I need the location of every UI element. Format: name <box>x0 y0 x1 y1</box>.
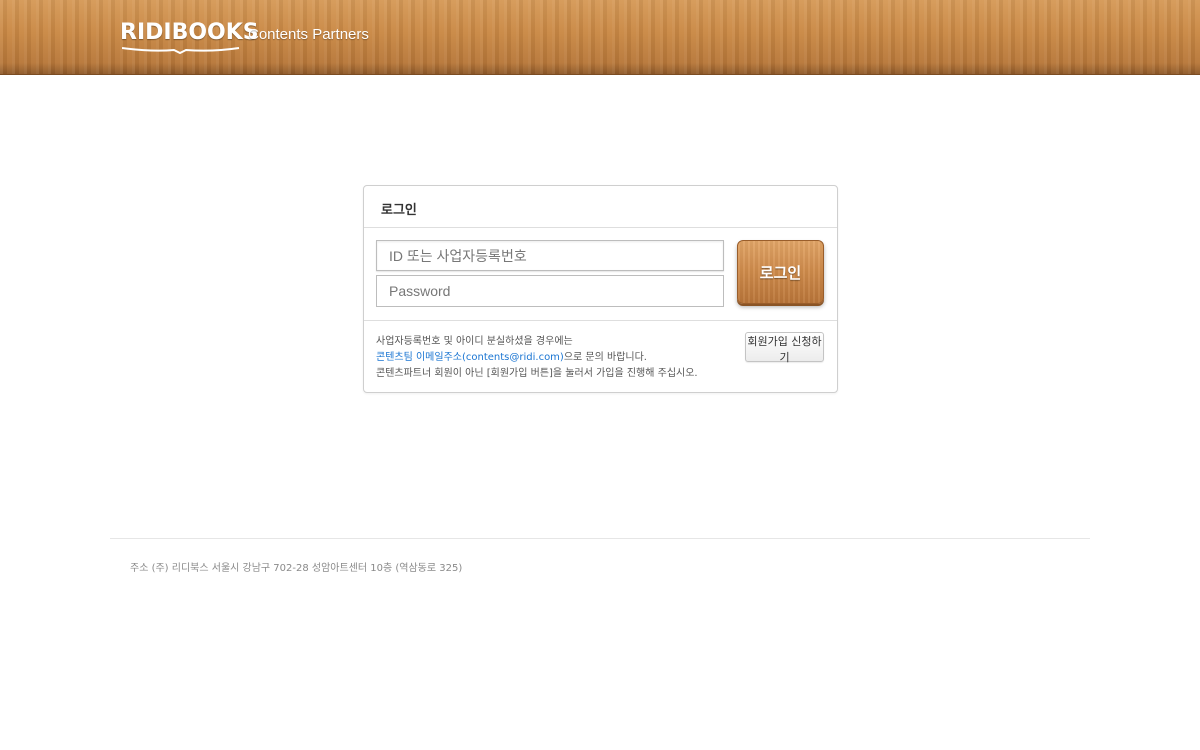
contact-email-link[interactable]: 콘텐츠팀 이메일주소(contents@ridi.com) <box>376 352 564 363</box>
footer-address: 주소 (주) 리디북스 서울시 강남구 702-28 성암아트센터 10층 (역… <box>130 563 463 574</box>
logo-subtitle: Contents Partners <box>248 26 369 43</box>
notice-line-3: 콘텐츠파트너 회원이 아닌 [회원가입 버튼]을 눌러서 가입을 진행해 주십시… <box>376 368 698 379</box>
logo-text: RIDIBOOKS <box>120 20 259 45</box>
id-input[interactable] <box>376 240 724 271</box>
help-notice: 사업자등록번호 및 아이디 분실하셨을 경우에는 콘텐츠팀 이메일주소(cont… <box>376 334 726 382</box>
login-title: 로그인 <box>381 203 417 218</box>
logo-swoosh-icon <box>122 47 240 54</box>
join-request-button[interactable]: 회원가입 신청하기 <box>745 332 824 364</box>
notice-line-2: 콘텐츠팀 이메일주소(contents@ridi.com)으로 문의 바랍니다. <box>376 350 726 366</box>
login-panel: 로그인 로그인 사업자등록번호 및 아이디 분실하셨을 경우에는 콘텐츠팀 이메… <box>363 185 838 393</box>
notice-line-2-suffix: 으로 문의 바랍니다. <box>563 352 647 363</box>
login-title-bar: 로그인 <box>364 186 837 228</box>
notice-line-1: 사업자등록번호 및 아이디 분실하셨을 경우에는 <box>376 336 573 347</box>
footer-divider <box>110 538 1090 539</box>
login-button[interactable]: 로그인 <box>737 240 824 304</box>
top-header: RIDIBOOKS Contents Partners <box>0 0 1200 75</box>
divider <box>364 320 837 321</box>
password-input[interactable] <box>376 275 724 307</box>
